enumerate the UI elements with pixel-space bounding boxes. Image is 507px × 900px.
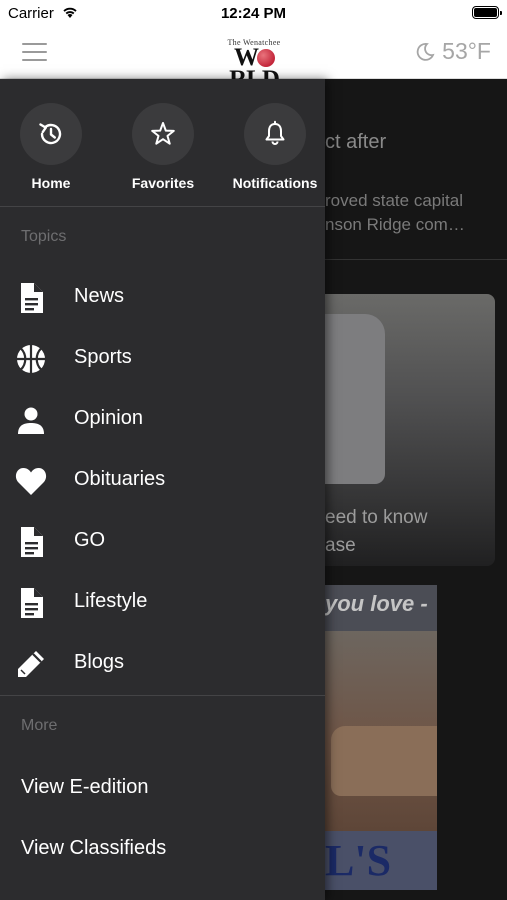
app-header: The Wenatchee WRLD 53°F <box>0 28 507 92</box>
star-icon <box>151 122 175 145</box>
topic-news-label: News <box>74 285 125 307</box>
person-icon <box>14 405 48 435</box>
clock: 12:24 PM <box>220 5 287 22</box>
home-label: Home <box>31 175 71 191</box>
topic-obituaries[interactable]: Obituaries <box>0 452 325 508</box>
view-classifieds-link[interactable]: View Classifieds <box>21 837 166 860</box>
weather-widget[interactable]: 53°F <box>415 38 491 65</box>
home-button[interactable]: Home <box>0 103 106 191</box>
bus-photo <box>325 314 385 484</box>
document-icon <box>14 527 48 557</box>
topic-obituaries-label: Obituaries <box>74 468 166 490</box>
topic-news[interactable]: News <box>0 269 325 325</box>
summary-line-2: nson Ridge com… <box>325 215 465 234</box>
more-heading: More <box>21 717 58 734</box>
battery-icon <box>472 6 502 19</box>
summary-line-1: roved state capital <box>325 191 463 210</box>
topic-opinion[interactable]: Opinion <box>0 391 325 447</box>
status-bar: Carrier 12:24 PM <box>0 0 507 28</box>
sofa-shape <box>331 726 437 796</box>
topic-lifestyle-label: Lifestyle <box>74 590 148 612</box>
notifications-icon-circle <box>244 103 306 165</box>
article-summary: roved state capital nson Ridge com… <box>325 189 465 237</box>
notifications-label: Notifications <box>232 175 318 191</box>
home-icon-circle <box>20 103 82 165</box>
menu-icon[interactable] <box>22 43 47 61</box>
notifications-button[interactable]: Notifications <box>220 103 330 191</box>
drawer-divider-top <box>0 206 325 207</box>
ad-headline: you love - <box>325 585 437 631</box>
caption-line-1: eed to know <box>325 507 428 528</box>
ad-brand-text: L'S <box>325 831 437 890</box>
document-icon <box>14 283 48 313</box>
ad-banner: you love - L'S <box>325 585 437 890</box>
drawer-divider-bottom <box>0 695 325 696</box>
heart-icon <box>14 466 48 496</box>
card-caption: eed to know ase <box>325 504 427 560</box>
topic-sports[interactable]: Sports <box>0 330 325 386</box>
topic-sports-label: Sports <box>74 346 132 368</box>
topic-go[interactable]: GO <box>0 513 325 569</box>
topic-blogs[interactable]: Blogs <box>0 635 325 691</box>
view-e-edition-link[interactable]: View E-edition <box>21 776 148 799</box>
topic-blogs-label: Blogs <box>74 651 125 673</box>
temperature: 53°F <box>442 38 491 64</box>
document-icon <box>14 588 48 618</box>
favorites-icon-circle <box>132 103 194 165</box>
globe-icon <box>257 49 275 67</box>
basketball-icon <box>14 344 48 374</box>
caption-line-2: ase <box>325 535 356 556</box>
story-card: eed to know ase <box>325 294 495 566</box>
favorites-button[interactable]: Favorites <box>108 103 218 191</box>
article-title-fragment: ct after <box>325 131 387 153</box>
bell-icon <box>265 120 285 145</box>
topic-opinion-label: Opinion <box>74 407 143 429</box>
ad-photo <box>325 631 437 831</box>
pencil-icon <box>14 649 48 679</box>
topics-heading: Topics <box>21 228 67 245</box>
history-icon <box>39 123 62 145</box>
navigation-drawer: Home Favorites Notifications Topics News… <box>0 79 325 900</box>
moon-icon <box>416 42 435 61</box>
feed-divider <box>325 259 507 260</box>
quick-links: Home Favorites Notifications <box>0 103 325 193</box>
topic-go-label: GO <box>74 529 106 551</box>
favorites-label: Favorites <box>131 175 195 191</box>
topic-lifestyle[interactable]: Lifestyle <box>0 574 325 630</box>
